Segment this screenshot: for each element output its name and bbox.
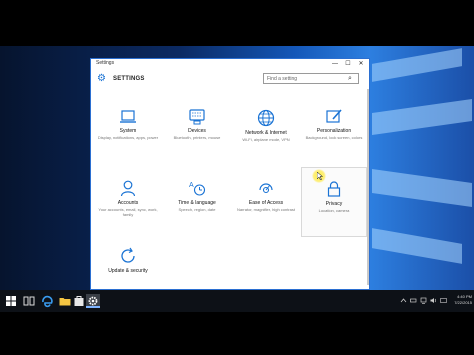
tile-description: Location, camera <box>318 208 350 213</box>
pen-icon <box>326 109 342 123</box>
volume-icon[interactable] <box>430 297 437 304</box>
close-button[interactable]: ✕ <box>355 59 367 69</box>
video-letterbox-top <box>0 0 474 46</box>
page-title: SETTINGS <box>113 76 145 82</box>
battery-icon[interactable] <box>410 297 417 304</box>
search-icon[interactable]: ⌕ <box>348 74 352 83</box>
clock-language-icon: A <box>189 182 206 196</box>
file-explorer-icon[interactable] <box>58 294 72 308</box>
tile-ease-of-access[interactable]: Ease of Access Narrator, magnifier, high… <box>233 179 299 243</box>
tile-label: Network & Internet <box>245 130 287 136</box>
tile-devices[interactable]: Devices Bluetooth, printers, mouse <box>164 109 230 173</box>
tile-label: System <box>119 128 137 134</box>
tile-update-security[interactable]: Update & security <box>95 247 161 289</box>
tile-personalization[interactable]: Personalization Background, lock screen,… <box>301 109 367 173</box>
keyboard-icon <box>189 109 205 125</box>
clock-date: 7/22/2015 <box>454 300 472 305</box>
wallpaper-light-beam <box>372 48 462 82</box>
search-input[interactable] <box>267 75 343 83</box>
wallpaper-light-beam <box>372 168 472 208</box>
tile-description: Background, lock screen, colors <box>305 135 363 140</box>
scrollbar[interactable] <box>367 89 369 285</box>
laptop-icon <box>120 110 136 123</box>
system-clock[interactable]: 4:40 PM 7/22/2015 <box>448 294 472 306</box>
chevron-up-icon[interactable] <box>400 297 407 304</box>
maximize-button[interactable]: ☐ <box>342 59 354 69</box>
tile-label: Ease of Access <box>248 200 284 206</box>
network-icon[interactable] <box>420 297 427 304</box>
store-icon[interactable] <box>72 294 86 308</box>
tile-description: Display, notifications, apps, power <box>97 135 159 140</box>
tile-privacy[interactable]: Privacy Location, camera <box>301 167 367 237</box>
settings-window: Settings — ☐ ✕ ⚙ SETTINGS ⌕ System Displ… <box>90 58 370 290</box>
tile-system[interactable]: System Display, notifications, apps, pow… <box>95 109 161 173</box>
tile-description: Speech, region, date <box>178 207 216 212</box>
tile-time-language[interactable]: A Time & language Speech, region, date <box>164 179 230 243</box>
tile-accounts[interactable]: Accounts Your accounts, email, sync, wor… <box>95 179 161 243</box>
tile-label: Update & security <box>108 268 148 274</box>
taskbar: 4:40 PM 7/22/2015 <box>0 290 474 312</box>
svg-text:A: A <box>189 182 194 189</box>
title-bar[interactable]: Settings — ☐ ✕ <box>91 59 369 69</box>
tile-label: Privacy <box>325 201 343 207</box>
edge-browser-icon[interactable] <box>40 294 54 308</box>
gear-icon: ⚙ <box>97 73 106 84</box>
tile-label: Personalization <box>316 128 352 134</box>
minimize-button[interactable]: — <box>329 59 341 69</box>
search-box[interactable]: ⌕ <box>263 73 359 84</box>
tile-description: Your accounts, email, sync, work, family <box>98 207 158 217</box>
wallpaper-light-beam <box>372 98 472 136</box>
lock-icon <box>327 181 341 197</box>
globe-icon <box>257 109 275 127</box>
keyboard-language-icon[interactable] <box>440 297 447 304</box>
tile-label: Accounts <box>117 200 139 206</box>
tile-label: Devices <box>188 128 206 134</box>
settings-taskbar-button[interactable] <box>86 294 100 308</box>
tile-description: Narrator, magnifier, high contrast <box>236 207 296 212</box>
refresh-icon <box>121 247 135 263</box>
accessibility-icon <box>259 183 273 194</box>
person-icon <box>120 180 136 197</box>
tile-description: Bluetooth, printers, mouse <box>173 135 221 140</box>
task-view-icon[interactable] <box>22 294 36 308</box>
gear-icon <box>88 296 98 306</box>
wallpaper-light-beam <box>372 228 462 264</box>
mouse-pointer-icon <box>317 172 323 180</box>
video-letterbox-bottom <box>0 312 474 355</box>
tile-network[interactable]: Network & Internet Wi-Fi, airplane mode,… <box>233 109 299 173</box>
windows-start-icon[interactable] <box>4 294 18 308</box>
tile-label: Time & language <box>178 200 216 206</box>
window-title: Settings <box>96 60 115 66</box>
tile-description: Wi-Fi, airplane mode, VPN <box>242 137 290 142</box>
